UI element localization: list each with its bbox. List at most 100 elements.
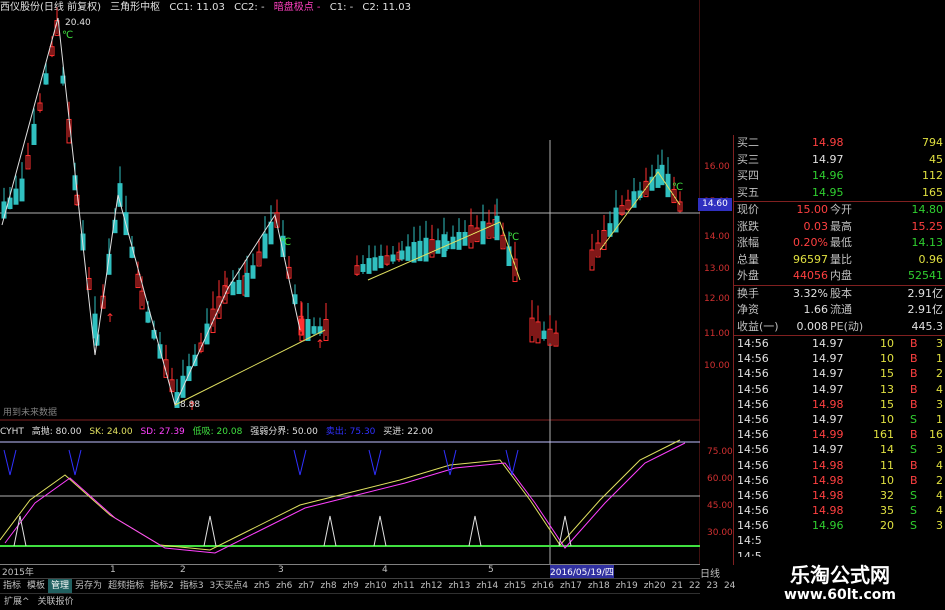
- stat-row: 涨跌 0.03 最高 15.25: [734, 219, 945, 236]
- indicator-tab[interactable]: zh18: [585, 579, 613, 593]
- candle-body: [494, 215, 500, 241]
- indicator-tab[interactable]: zh19: [613, 579, 641, 593]
- date-axis-label: 4: [382, 565, 388, 575]
- indicator-tab[interactable]: 超频指标: [105, 579, 147, 593]
- bid-price: 14.97: [812, 152, 844, 166]
- indicator-tab[interactable]: 指标2: [147, 579, 177, 593]
- candle-body: [462, 231, 468, 246]
- tick-price: 14.99: [812, 428, 844, 442]
- tick-volume: 15: [880, 367, 894, 381]
- tick-time: 14:56: [737, 504, 769, 518]
- indicator-tab[interactable]: zh14: [473, 579, 501, 593]
- extension-tab[interactable]: 扩展^: [0, 594, 34, 610]
- indicator-tab[interactable]: zh11: [390, 579, 418, 593]
- stat-value: 14.13: [911, 236, 944, 249]
- bid-label: 买二: [737, 136, 759, 149]
- indicator-tab[interactable]: zh15: [501, 579, 529, 593]
- indicator-tab[interactable]: zh16: [529, 579, 557, 593]
- stat-label: 收益(一): [737, 319, 779, 333]
- indicator-tab[interactable]: 另存为: [72, 579, 105, 593]
- candle-body: [19, 178, 25, 202]
- stat-label: 最高: [830, 219, 852, 233]
- indicator-sell-signal: [3, 449, 17, 476]
- tick-row: 14:56 14.98 32 S 4: [734, 488, 945, 503]
- tick-count: 2: [936, 367, 943, 381]
- cc1-value: CC1: 11.03: [169, 2, 225, 13]
- stat-label: 换手: [737, 286, 759, 300]
- low-annotation: 8.88: [180, 400, 201, 410]
- stock-name: 西仪股份(日线 前复权): [0, 2, 101, 13]
- tick-price: 14.98: [812, 473, 844, 487]
- indicator-tab[interactable]: 22: [686, 579, 703, 593]
- candle-body: [399, 250, 405, 260]
- tick-price: 14.98: [812, 488, 844, 502]
- stat-label: 外盘: [737, 269, 759, 282]
- future-data-note: 用到未来数据: [3, 408, 58, 418]
- tick-direction: B: [910, 352, 918, 366]
- indicator-tab[interactable]: zh9: [340, 579, 362, 593]
- tick-row: 14:56 14.99 161 B 16: [734, 427, 945, 442]
- date-axis-label: 2016/05/19/四: [550, 565, 614, 578]
- bid-row: 买五 14.95 165: [734, 185, 945, 202]
- indicator-tab[interactable]: 23: [703, 579, 720, 593]
- candle-body: [13, 188, 19, 205]
- indicator-divide: 强弱分界: 50.00: [250, 427, 318, 437]
- bid-label: 买三: [737, 152, 759, 166]
- chart-area[interactable]: ↑↑↑℃℃ ℃℃: [0, 0, 700, 564]
- indicator-tab[interactable]: 21: [669, 579, 686, 593]
- stat-value: 15.00: [796, 203, 829, 216]
- stat-value: 3.32%: [793, 286, 828, 300]
- indicator-tab[interactable]: zh17: [557, 579, 585, 593]
- stat-value: 44056: [793, 269, 828, 282]
- indicator-tab[interactable]: zh5: [251, 579, 273, 593]
- indicator-tab[interactable]: 3天买点4: [207, 579, 251, 593]
- indicator-tab[interactable]: 指标: [0, 579, 24, 593]
- tick-count: 1: [936, 412, 943, 426]
- watermark-url: www.60lt.com: [783, 587, 897, 603]
- candle-body: [372, 257, 378, 271]
- cc2-value: CC2: -: [234, 2, 265, 13]
- indicator-tab[interactable]: zh13: [445, 579, 473, 593]
- c2-value: C2: 11.03: [362, 2, 411, 13]
- candle-body: [92, 313, 98, 339]
- indicator-tab[interactable]: zh10: [362, 579, 390, 593]
- indicator-name[interactable]: 三角形中枢: [110, 2, 160, 13]
- stat-label: 现价: [737, 203, 759, 216]
- tick-price: 14.97: [812, 382, 844, 396]
- indicator-sell-signal: [368, 449, 382, 476]
- bid-price: 14.95: [812, 185, 844, 199]
- period-label[interactable]: 日线: [700, 565, 720, 580]
- indicator-sell-signal: [68, 449, 82, 476]
- indicator-spike: [468, 515, 482, 547]
- indicator-spike: [203, 515, 217, 547]
- date-axis-label: 5: [488, 565, 494, 575]
- indicator-tab[interactable]: 指标3: [177, 579, 207, 593]
- tick-count: 4: [936, 504, 943, 518]
- candle-body: [250, 265, 256, 279]
- stat-row: 外盘 44056 内盘 52541: [734, 268, 945, 285]
- indicator-tab[interactable]: 管理: [48, 579, 73, 593]
- date-axis-label: 2015年: [2, 568, 34, 578]
- stat-row: 净资 1.66 流通 2.91亿: [734, 302, 945, 319]
- indicator-tab[interactable]: zh20: [641, 579, 669, 593]
- tick-price: 14.96: [812, 519, 844, 533]
- bid-label: 买四: [737, 169, 759, 182]
- stat-value: 0.20%: [793, 236, 828, 249]
- indicator-tab[interactable]: zh6: [273, 579, 295, 593]
- extension-tab[interactable]: 关联报价: [34, 594, 78, 610]
- indicator-tab[interactable]: zh7: [295, 579, 317, 593]
- date-axis: 2015年 1 2 3 4 5 2016/05/19/四: [0, 564, 700, 578]
- tick-direction: S: [910, 504, 917, 518]
- tick-price: 14.97: [812, 443, 844, 457]
- indicator-tab[interactable]: zh8: [317, 579, 339, 593]
- pink-label: 暗盘极点 -: [273, 2, 321, 13]
- indicator-axis-tick: 45.00: [707, 501, 733, 511]
- indicator-tab[interactable]: 模板: [24, 579, 48, 593]
- stat-label: 股本: [830, 286, 852, 300]
- sell-marker: ℃: [672, 182, 683, 193]
- tick-row: 14:56 14.96 20 S 3: [734, 518, 945, 533]
- stat-label: 涨跌: [737, 219, 759, 233]
- tick-count: 3: [936, 519, 943, 533]
- tick-count: 3: [936, 397, 943, 411]
- indicator-tab[interactable]: zh12: [418, 579, 446, 593]
